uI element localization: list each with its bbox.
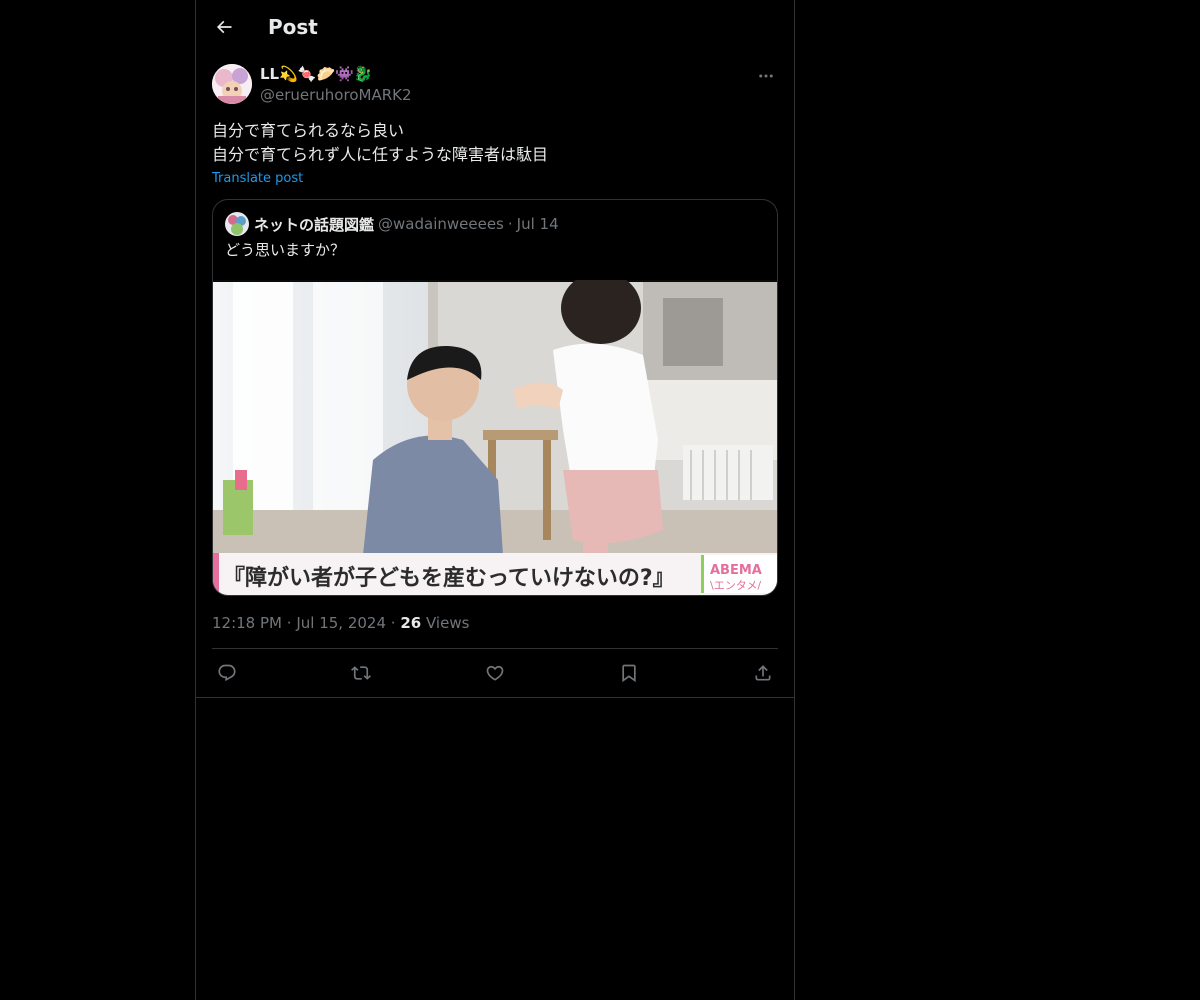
quoted-post[interactable]: ネットの話題図鑑 @wadainweeees · Jul 14 どう思いますか？	[212, 199, 778, 596]
reply-button[interactable]	[215, 661, 239, 685]
author-name[interactable]: LL💫🍬🥟👾🐉	[260, 64, 373, 84]
caption-text: 『障がい者が子どもを産むっていけないの?』	[223, 565, 675, 591]
post-text-line: 自分で育てられず人に任すような障害者は駄目	[212, 145, 549, 164]
bookmark-icon	[622, 664, 636, 683]
repost-button[interactable]	[349, 661, 373, 685]
views-label: Views	[426, 614, 470, 632]
quoted-post-header: ネットの話題図鑑 @wadainweeees · Jul 14	[225, 212, 559, 236]
quoted-post-text: どう思いますか？	[225, 241, 346, 259]
abema-logo-bottom: \エンタメ/	[710, 579, 761, 592]
abema-logo-top: ABEMA	[710, 563, 762, 578]
quoted-avatar	[225, 212, 249, 236]
share-icon	[755, 665, 771, 681]
share-button[interactable]	[751, 661, 775, 685]
separator-dot: ·	[286, 614, 292, 632]
action-bar	[212, 649, 778, 697]
views-count: 26	[400, 614, 422, 632]
post-column: Post LL💫🍬🥟👾🐉 @erueruhoroMARK2 自分で育てられるなら…	[195, 0, 795, 1000]
quoted-author-handle: @wadainweeees	[378, 215, 504, 233]
post-meta: 12:18 PM · Jul 15, 2024 · 26 Views	[212, 613, 469, 633]
more-options-button[interactable]	[754, 66, 778, 86]
separator-dot: ·	[390, 614, 396, 632]
post-date[interactable]: Jul 15, 2024	[296, 614, 386, 632]
reply-icon	[218, 664, 236, 682]
bookmark-button[interactable]	[617, 661, 641, 685]
translate-post-link[interactable]: Translate post	[212, 170, 303, 188]
author-handle[interactable]: @erueruhoroMARK2	[260, 85, 412, 105]
divider	[196, 697, 794, 698]
repost-icon	[351, 666, 371, 680]
post-text-line: 自分で育てられるなら良い	[212, 121, 405, 140]
avatar[interactable]	[212, 64, 252, 104]
back-arrow-icon	[216, 20, 232, 34]
post-time[interactable]: 12:18 PM	[212, 614, 282, 632]
post-text: 自分で育てられるなら良い 自分で育てられず人に任すような障害者は駄目	[212, 119, 778, 167]
page-title: Post	[268, 15, 318, 39]
back-button[interactable]	[210, 13, 238, 41]
more-dots-icon	[759, 74, 773, 78]
post-author: LL💫🍬🥟👾🐉 @erueruhoroMARK2	[212, 64, 778, 108]
separator-dot: ·	[507, 215, 513, 233]
post-header: Post	[196, 0, 794, 53]
like-button[interactable]	[483, 661, 507, 685]
like-icon	[486, 665, 504, 681]
quoted-media-image[interactable]: 『障がい者が子どもを産むっていけないの?』 ABEMA \エンタメ/	[213, 280, 777, 595]
quoted-date: Jul 14	[516, 215, 559, 233]
quoted-author-name: ネットの話題図鑑	[254, 215, 375, 234]
